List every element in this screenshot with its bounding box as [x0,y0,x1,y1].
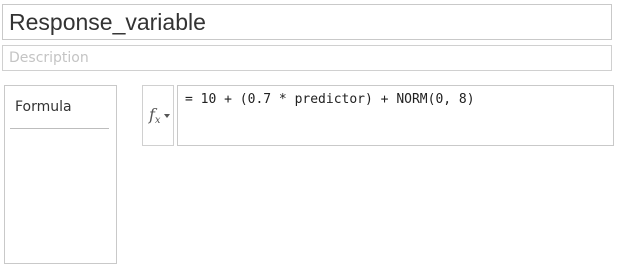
insert-function-button[interactable]: fx [142,85,174,146]
variable-name-input[interactable]: Response_variable [2,4,612,40]
function-fx-icon: fx [149,105,161,127]
chevron-down-icon [164,114,170,118]
formula-editor[interactable]: = 10 + (0.7 * predictor) + NORM(0, 8) [177,85,614,146]
tab-formula[interactable]: Formula [10,86,109,129]
description-input[interactable]: Description [2,45,612,71]
side-panel: Formula [4,85,117,264]
tab-formula-label: Formula [15,99,72,115]
